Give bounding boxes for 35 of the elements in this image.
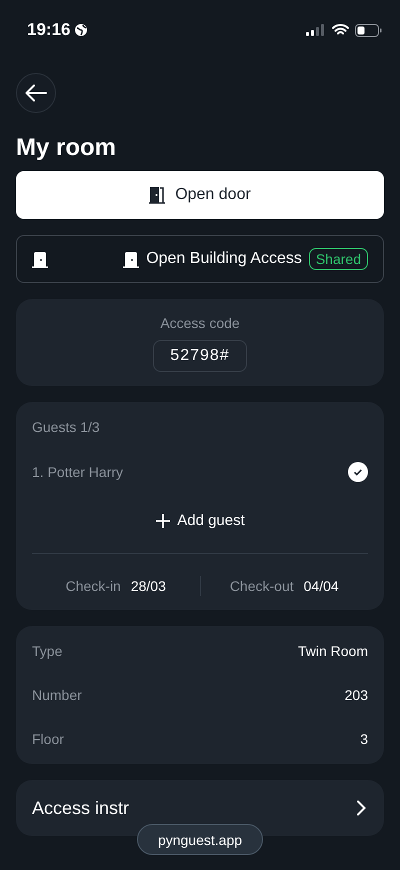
building-access-button[interactable]: Open Building Access Shared: [16, 235, 384, 283]
check-out-label: Check-out: [230, 578, 294, 594]
detail-value: Twin Room: [298, 642, 368, 660]
detail-label: Floor: [32, 730, 64, 748]
detail-value: 3: [360, 730, 368, 748]
access-instructions-row[interactable]: Access instr: [16, 780, 384, 836]
wifi-icon: [332, 24, 349, 36]
access-instructions-label: Access instr: [32, 798, 130, 818]
detail-label: Type: [32, 642, 62, 660]
signal-icon: [306, 24, 326, 36]
detail-label: Number: [32, 686, 82, 704]
status-time: 19:16: [27, 20, 70, 40]
door-icon: [123, 250, 140, 268]
plus-icon: [155, 512, 172, 528]
back-button[interactable]: [16, 73, 56, 113]
access-code-label: Access code: [160, 315, 240, 331]
shared-badge: Shared: [308, 248, 368, 270]
back-arrow-icon: [25, 84, 47, 102]
page-title: My room: [16, 133, 118, 163]
check-out-date: 04/04: [304, 578, 339, 594]
access-code-value: 52798#: [153, 340, 247, 372]
building-access-label: Open Building Access: [146, 250, 302, 268]
check-in-label: Check-in: [66, 578, 121, 594]
open-door-button[interactable]: Open door: [16, 171, 384, 219]
check-in-date: 28/03: [130, 578, 166, 594]
guests-heading: Guests 1/3: [32, 418, 101, 436]
globe-icon: [74, 23, 88, 37]
url-pill[interactable]: pynguest.app: [137, 824, 263, 855]
detail-value: 203: [344, 686, 368, 704]
door-icon: [149, 186, 166, 204]
battery-icon: [355, 24, 382, 36]
add-guest-button[interactable]: Add guest: [147, 508, 253, 533]
guest-name: 1. Potter Harry: [32, 464, 124, 480]
chevron-right-icon: [356, 800, 366, 816]
door-icon: [32, 250, 48, 268]
